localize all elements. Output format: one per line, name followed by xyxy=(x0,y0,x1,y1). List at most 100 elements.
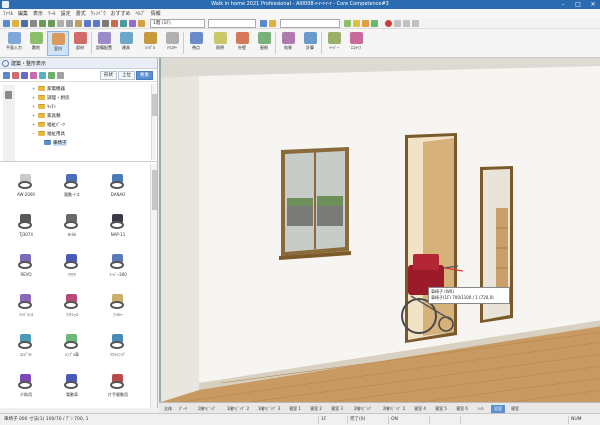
room-tab[interactable]: 2階ﾘﾋﾞﾝｸﾞ 2 xyxy=(380,405,408,413)
ribbon-tool-button[interactable]: ｲｰｼﾞｰ xyxy=(323,31,345,56)
wheelchair-item[interactable]: ﾌｨﾙｼｰ xyxy=(96,284,140,324)
wheelchair-item[interactable]: ﾘｸﾗｲﾆﾝｸﾞ xyxy=(96,324,140,364)
menu-tools[interactable]: ﾂｰﾙ xyxy=(48,10,56,17)
scale-select[interactable] xyxy=(208,19,256,28)
room-tab[interactable]: 寝室 3 xyxy=(328,405,346,413)
ribbon-tool-button[interactable]: ｴｺﾗｲﾌ xyxy=(345,31,367,56)
ribbon-tool-button[interactable]: ﾃｸｽﾁｬ xyxy=(161,31,183,56)
wheelchair-item[interactable]: ｺﾝﾊﾟｸﾄ xyxy=(4,324,48,364)
undo-icon[interactable] xyxy=(39,20,46,27)
ribbon-tool-button[interactable]: 照明 xyxy=(209,31,231,56)
render-icon[interactable] xyxy=(111,20,118,27)
ribbon-tool-button[interactable]: 部材 xyxy=(69,31,91,56)
room-tab[interactable]: 寝室 1 xyxy=(286,405,304,413)
copy-icon[interactable] xyxy=(66,20,73,27)
tree-item[interactable]: + 家電機器 xyxy=(32,85,65,92)
wheelchair-item[interactable]: AW-2000 xyxy=(4,164,48,204)
text-icon[interactable] xyxy=(412,20,419,27)
room-tab[interactable]: 浴室 xyxy=(491,405,505,413)
ribbon-tool-button[interactable]: 平面入力 xyxy=(3,31,25,56)
wheelchair-item[interactable]: DANAO xyxy=(96,164,140,204)
arrow-right-icon[interactable] xyxy=(371,20,378,27)
floor-select[interactable]: 1階 (1F) xyxy=(150,19,205,28)
redo-icon[interactable] xyxy=(48,20,55,27)
minimize-button[interactable]: – xyxy=(556,0,570,9)
panel-tab-element[interactable]: 要素 xyxy=(136,71,153,80)
save-icon[interactable] xyxy=(21,20,28,27)
panel-tool-icon[interactable] xyxy=(57,72,64,79)
wheelchair-item[interactable]: 介助用 xyxy=(4,364,48,404)
close-button[interactable]: ✕ xyxy=(586,0,600,9)
wheelchair-item[interactable]: ｲｰｼﾞｰ300 xyxy=(96,244,140,284)
cut-icon[interactable] xyxy=(57,20,64,27)
wheelchair-item[interactable]: ｿﾌﾄｼｪﾙ xyxy=(50,284,94,324)
room-tab[interactable]: 寝室 2 xyxy=(307,405,325,413)
ribbon-tool-button[interactable]: 建具 xyxy=(115,31,137,56)
wheelchair-item[interactable]: TJ3074 xyxy=(4,204,48,244)
3d-viewport[interactable]: 車椅子 (W0) 車椅子(1F) 700/1100 / 1 (720,0) xyxy=(159,58,600,402)
menu-help[interactable]: ﾍﾙﾌﾟ xyxy=(136,10,146,17)
zoom-out-icon[interactable] xyxy=(93,20,100,27)
wheelchair-item[interactable]: NAP-11 xyxy=(96,204,140,244)
wheelchair-item[interactable]: 片手駆動用 xyxy=(96,364,140,404)
wheelchair-item[interactable]: ｼﾝﾌﾟﾙ車 xyxy=(50,324,94,364)
sun-icon[interactable] xyxy=(353,20,360,27)
ribbon-tool-button[interactable]: 外壁 xyxy=(231,31,253,56)
menu-file[interactable]: ﾌｧｲﾙ xyxy=(3,10,13,17)
menu-edit[interactable]: 編集 xyxy=(18,10,28,17)
scroll-thumb[interactable] xyxy=(152,170,157,210)
pan-icon[interactable] xyxy=(102,20,109,27)
room-tab[interactable]: 寝室 5 xyxy=(432,405,450,413)
panel-tool-icon[interactable] xyxy=(12,72,19,79)
menu-format[interactable]: 書式 xyxy=(76,10,86,17)
panel-tab-shape[interactable]: 形状 xyxy=(100,71,117,80)
wheelchair-item[interactable]: ｲﾝﾊﾞﾗﾝｽ xyxy=(4,284,48,324)
panel-tab-upper[interactable]: 上位 xyxy=(118,71,135,80)
room-tab[interactable]: 2階ﾘﾋﾞﾝｸﾞ xyxy=(349,405,377,413)
light-icon[interactable] xyxy=(138,20,145,27)
ribbon-tool-button[interactable]: 効果 xyxy=(277,31,299,56)
tree-item[interactable]: + 家具類 xyxy=(32,112,61,119)
tree-item[interactable]: + 調理・厨房 xyxy=(32,94,70,101)
menu-view[interactable]: 表示 xyxy=(33,10,43,17)
grid-scrollbar[interactable] xyxy=(150,164,157,408)
record-icon[interactable] xyxy=(385,20,392,27)
open-icon[interactable] xyxy=(12,20,19,27)
room-tab[interactable]: 寝室 6 xyxy=(453,405,471,413)
ribbon-tool-button[interactable]: 設備配置 xyxy=(93,31,115,56)
tree-item[interactable]: + 福祉ﾊﾟｰﾂ xyxy=(32,121,65,128)
room-tab[interactable]: 1階ﾘﾋﾞﾝｸﾞ 2 xyxy=(224,405,252,413)
panel-tool-icon[interactable] xyxy=(3,72,10,79)
room-tab[interactable]: 1階ﾘﾋﾞﾝｸﾞ xyxy=(193,405,221,413)
new-icon[interactable] xyxy=(3,20,10,27)
print-icon[interactable] xyxy=(30,20,37,27)
maximize-button[interactable]: □ xyxy=(571,0,585,9)
room-tab[interactable]: 寝室 4 xyxy=(411,405,429,413)
paste-icon[interactable] xyxy=(75,20,82,27)
grid-icon[interactable] xyxy=(260,20,267,27)
ribbon-tool-button[interactable]: 室内 xyxy=(47,31,69,56)
tree-item-selected[interactable]: 車椅子 xyxy=(44,139,67,146)
size-select[interactable] xyxy=(280,19,340,28)
panel-tool-icon[interactable] xyxy=(21,72,28,79)
ribbon-tool-button[interactable]: 視点 xyxy=(185,31,207,56)
menu-window[interactable]: ｳｨﾝﾄﾞｳ xyxy=(91,10,106,17)
panel-tool-icon[interactable] xyxy=(39,72,46,79)
ribbon-tool-button[interactable]: 屋根 xyxy=(253,31,275,56)
ribbon-tool-button[interactable]: 敷地 xyxy=(25,31,47,56)
camera-icon[interactable] xyxy=(129,20,136,27)
scroll-thumb[interactable] xyxy=(152,94,157,116)
room-tab[interactable]: ﾎﾟｰﾁ xyxy=(176,405,190,413)
room-tab[interactable]: 寝室 xyxy=(508,405,522,413)
tree-item[interactable]: + ｷｯﾁﾝ xyxy=(32,103,56,110)
wheelchair-item[interactable]: 電動イス xyxy=(50,164,94,204)
list-icon[interactable] xyxy=(403,20,410,27)
menu-info[interactable]: 情報 xyxy=(151,10,161,17)
layer-icon[interactable] xyxy=(344,20,351,27)
table-icon[interactable] xyxy=(394,20,401,27)
panel-tool-icon[interactable] xyxy=(30,72,37,79)
snap-icon[interactable] xyxy=(269,20,276,27)
menu-recommend[interactable]: おすすめ xyxy=(111,10,131,17)
zoom-in-icon[interactable] xyxy=(84,20,91,27)
menu-settings[interactable]: 設定 xyxy=(61,10,71,17)
